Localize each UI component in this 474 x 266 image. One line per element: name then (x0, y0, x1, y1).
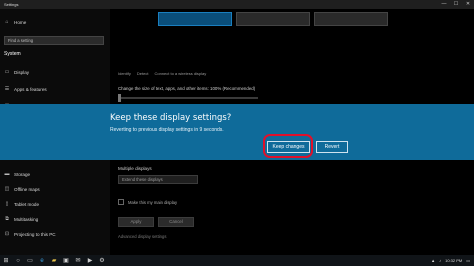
revert-button[interactable]: Revert (316, 141, 348, 153)
section-title: System (4, 51, 21, 57)
detect-link[interactable]: Detect (137, 71, 149, 76)
settings-icon[interactable]: ⚙ (96, 255, 108, 266)
network-icon[interactable]: ▲ (431, 258, 435, 263)
make-main-display-checkbox[interactable] (118, 199, 124, 205)
dialog-title: Keep these display settings? (110, 113, 232, 123)
apply-button[interactable]: Apply (118, 217, 154, 227)
scale-slider-thumb[interactable] (118, 94, 121, 102)
tablet-icon: ▯ (5, 201, 9, 207)
sidebar-item-label: Apps & features (14, 86, 47, 92)
display-links: Identify Detect Connect to a wireless di… (118, 71, 206, 76)
make-main-display-label: Make this my main display (128, 199, 178, 205)
home-icon: ⌂ (5, 19, 9, 25)
sidebar-item-label: Tablet mode (14, 201, 40, 207)
taskbar: ⊞ ○ ▭ e ▰ ▣ ✉ ▶ ⚙ ▲ ♪ 10:32 PM ▭ (0, 255, 474, 266)
sidebar-item-display[interactable]: ▭ Display (4, 69, 29, 75)
monitor-1[interactable] (158, 12, 232, 26)
project-icon: ⊡ (4, 231, 10, 237)
file-explorer-icon[interactable]: ▰ (48, 255, 60, 266)
title-bar: Settings — ☐ ✕ (0, 0, 474, 9)
clock[interactable]: 10:32 PM (445, 258, 462, 263)
search-icon[interactable]: ○ (12, 255, 24, 266)
maximize-button[interactable]: ☐ (450, 0, 462, 9)
advanced-display-settings-link[interactable]: Advanced display settings (118, 234, 166, 239)
map-icon: ◫ (4, 186, 10, 192)
windows-icon[interactable]: ⊞ (0, 255, 12, 266)
system-tray: ▲ ♪ 10:32 PM ▭ (431, 255, 470, 266)
sidebar-item-label: Home (14, 19, 27, 25)
highlight-circle (263, 134, 313, 158)
multitask-icon: ⧉ (5, 216, 9, 222)
sidebar-item-projecting[interactable]: ⊡ Projecting to this PC (4, 231, 56, 237)
store-icon[interactable]: ▣ (60, 255, 72, 266)
sidebar-item-storage[interactable]: ▬ Storage (4, 171, 31, 177)
multiple-displays-dropdown[interactable]: Extend these displays (118, 175, 198, 184)
cancel-button[interactable]: Cancel (158, 217, 194, 227)
monitor-3[interactable] (314, 12, 388, 26)
window-title: Settings (4, 2, 19, 7)
wireless-display-link[interactable]: Connect to a wireless display (154, 71, 206, 76)
keep-settings-dialog: Keep these display settings? Reverting t… (0, 104, 474, 160)
scale-label: Change the size of text, apps, and other… (118, 86, 256, 91)
mail-icon[interactable]: ✉ (72, 255, 84, 266)
close-button[interactable]: ✕ (462, 0, 474, 9)
sidebar-item-apps[interactable]: ☰ Apps & features (4, 86, 47, 92)
storage-icon: ▬ (4, 171, 10, 177)
volume-icon[interactable]: ♪ (439, 258, 441, 263)
identify-link[interactable]: Identify (118, 71, 131, 76)
scale-slider-track[interactable] (118, 97, 258, 99)
media-icon[interactable]: ▶ (84, 255, 96, 266)
search-input[interactable]: Find a setting (4, 36, 104, 45)
sidebar-item-home[interactable]: ⌂ Home (4, 19, 26, 25)
monitor-2[interactable] (236, 12, 310, 26)
sidebar-item-label: Projecting to this PC (14, 231, 56, 237)
multiple-displays-label: Multiple displays (118, 166, 152, 171)
sidebar-item-tablet-mode[interactable]: ▯ Tablet mode (4, 201, 39, 207)
dialog-message: Reverting to previous display settings i… (110, 127, 224, 133)
display-icon: ▭ (4, 69, 10, 75)
minimize-button[interactable]: — (438, 0, 450, 9)
sidebar-item-offline-maps[interactable]: ◫ Offline maps (4, 186, 40, 192)
sidebar-item-label: Display (14, 69, 30, 75)
sidebar-item-label: Multitasking (14, 216, 39, 222)
notifications-icon[interactable]: ▭ (466, 258, 470, 263)
task-view-icon[interactable]: ▭ (24, 255, 36, 266)
make-main-display-row[interactable]: Make this my main display (118, 199, 177, 205)
sidebar-item-label: Offline maps (14, 186, 40, 192)
apps-icon: ☰ (4, 86, 10, 92)
sidebar-item-multitasking[interactable]: ⧉ Multitasking (4, 216, 38, 222)
sidebar-item-label: Storage (14, 171, 31, 177)
edge-icon[interactable]: e (36, 255, 48, 266)
